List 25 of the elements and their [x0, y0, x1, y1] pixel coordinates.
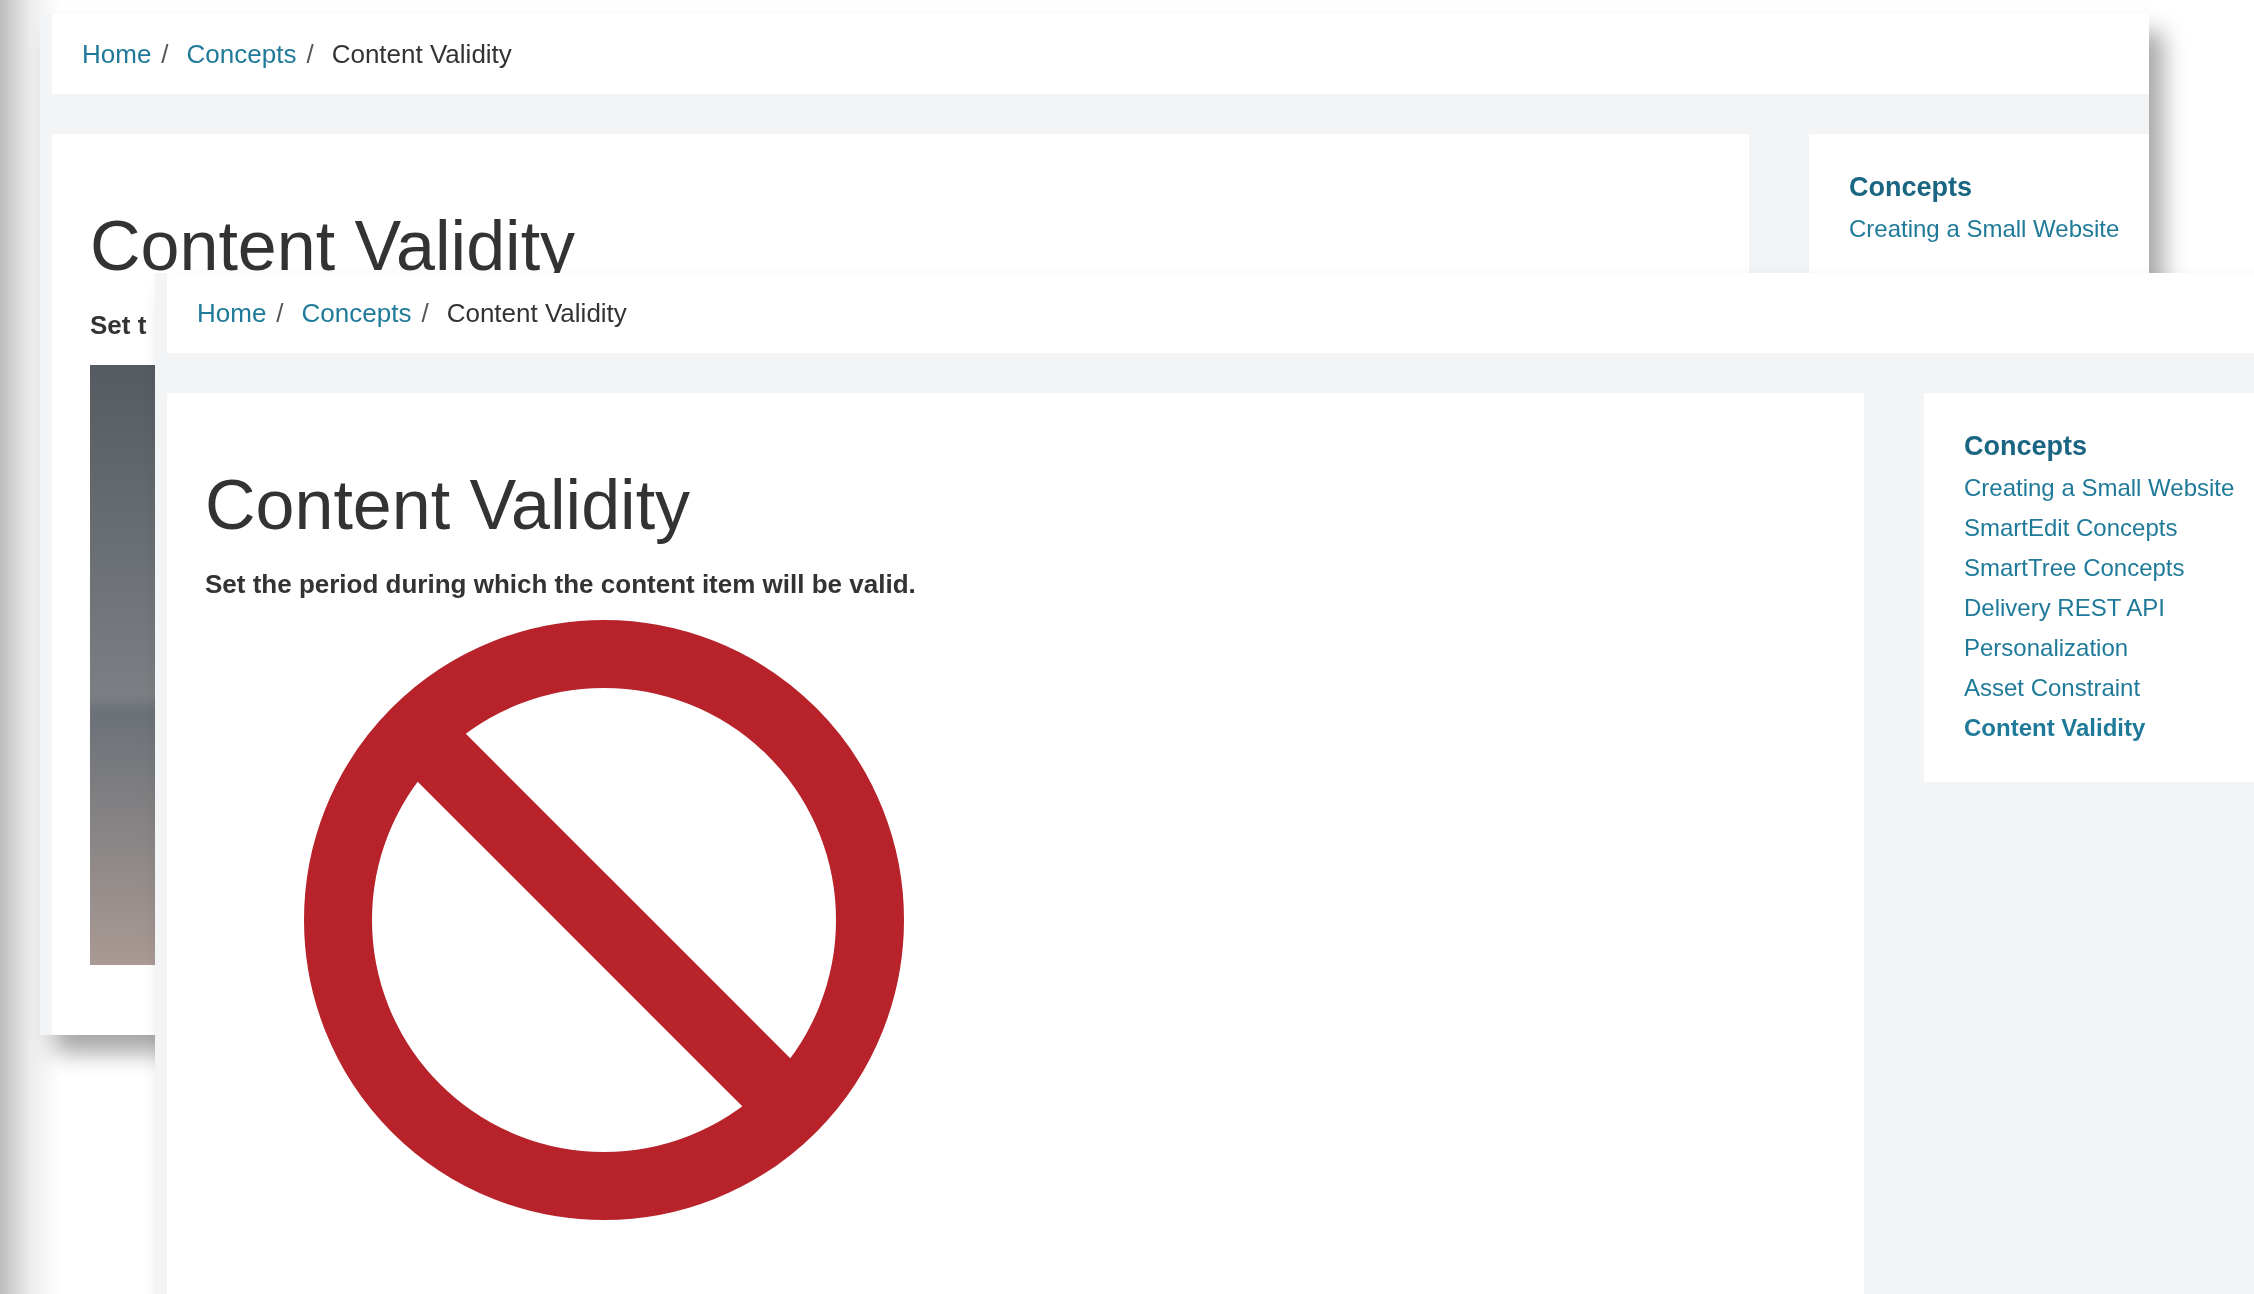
sidebar-link[interactable]: Content Validity	[1964, 714, 2254, 742]
current-page-label: Content Validity	[331, 38, 512, 70]
page-title: Content Validity	[90, 206, 576, 287]
sidebar-link[interactable]: SmartTree Concepts	[1964, 554, 2254, 582]
breadcrumb-link[interactable]: Concepts	[186, 38, 297, 70]
breadcrumb-separator: /	[276, 297, 284, 329]
sidebar-heading: Concepts	[1849, 172, 1974, 203]
sidebar-link[interactable]: SmartEdit Concepts	[1964, 514, 2254, 542]
sidebar-link[interactable]: Creating a Small Website	[1964, 474, 2254, 502]
sidebar-link[interactable]: Asset Constraint	[1964, 674, 2254, 702]
sidebar-link[interactable]: Delivery REST API	[1964, 594, 2254, 622]
sidebar-link[interactable]: Creating a Small Website	[1849, 215, 2149, 243]
breadcrumb-link[interactable]: Home	[197, 297, 267, 329]
current-page-label: Content Validity	[446, 297, 627, 329]
sidebar-heading: Concepts	[1964, 431, 2089, 462]
breadcrumb-link[interactable]: Concepts	[301, 297, 412, 329]
sidebar-link[interactable]: Personalization	[1964, 634, 2254, 662]
prohibition-sign-icon	[304, 620, 904, 1220]
breadcrumb-separator: /	[421, 297, 429, 329]
breadcrumb-separator: /	[306, 38, 314, 70]
page-description: Set the period during which the content item will be valid.	[205, 569, 916, 600]
page-description: Set t	[90, 310, 147, 341]
breadcrumb-separator: /	[161, 38, 169, 70]
page-title: Content Validity	[205, 465, 691, 546]
breadcrumb-link[interactable]: Home	[82, 38, 152, 70]
